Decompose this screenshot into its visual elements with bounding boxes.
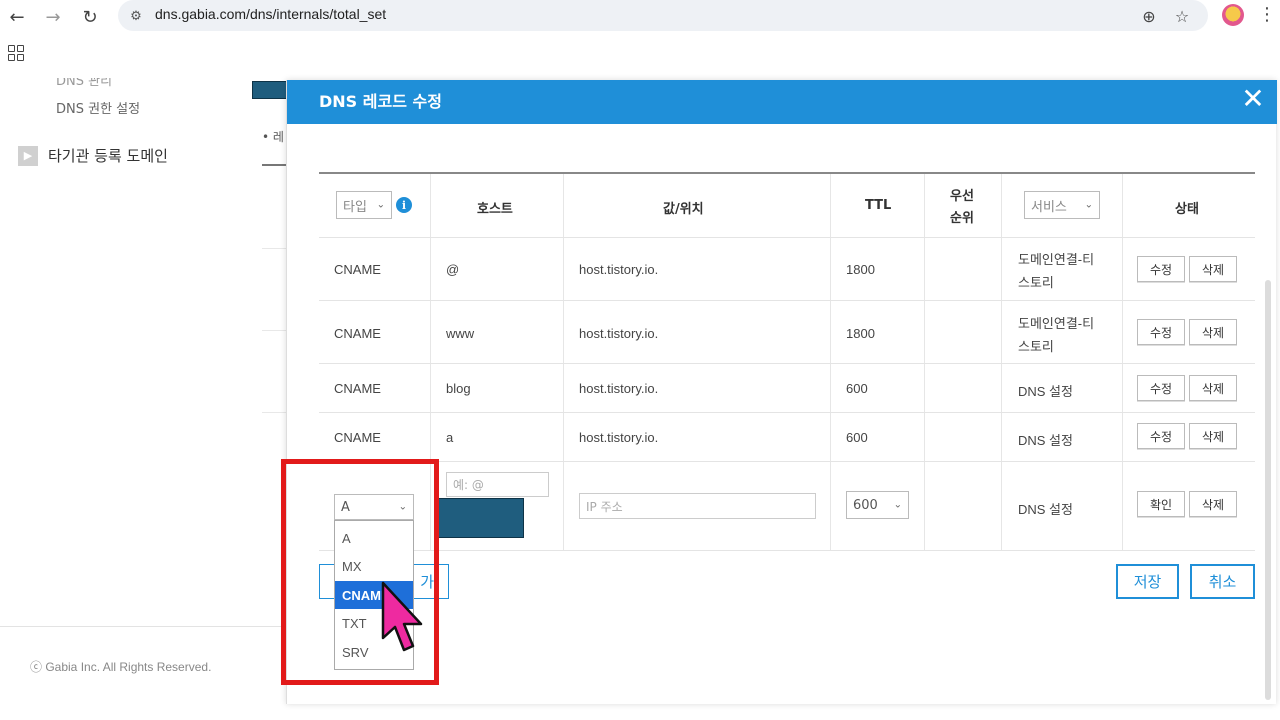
column-divider: [1001, 174, 1002, 550]
address-bar[interactable]: ⚙ dns.gabia.com/dns/internals/total_set: [118, 0, 1208, 31]
delete-button[interactable]: 삭제: [1189, 375, 1237, 401]
reload-icon[interactable]: ↻: [77, 4, 103, 30]
sidebar-item-label: 타기관 등록 도메인: [48, 147, 168, 165]
save-button[interactable]: 저장: [1116, 564, 1179, 599]
background-divider: [262, 412, 286, 413]
modal-title: DNS 레코드 수정: [319, 92, 442, 111]
row-ttl: 1800: [846, 326, 875, 341]
apps-grid-icon[interactable]: [8, 45, 24, 61]
row-divider: [319, 412, 1255, 413]
edit-button[interactable]: 수정: [1137, 375, 1185, 401]
mouse-cursor-icon: [381, 581, 423, 652]
menu-kebab-icon[interactable]: ⋮: [1258, 4, 1276, 25]
chevron-down-icon: ⌄: [376, 199, 385, 211]
footer-copyright: ⓒ Gabia Inc. All Rights Reserved.: [30, 660, 212, 674]
row-value: host.tistory.io.: [579, 262, 659, 277]
chevron-down-icon: ⌄: [893, 499, 902, 511]
background-divider: [262, 248, 286, 249]
browser-toolbar: ← → ↻ ⚙ dns.gabia.com/dns/internals/tota…: [0, 0, 1280, 34]
column-divider: [924, 174, 925, 550]
column-divider: [563, 174, 564, 550]
back-arrow-icon[interactable]: ←: [4, 4, 30, 30]
header-status: 상태: [1175, 202, 1199, 217]
row-service: 스토리: [1018, 339, 1054, 354]
row-service: DNS 설정: [1018, 433, 1073, 448]
row-service: DNS 설정: [1018, 384, 1073, 399]
confirm-button[interactable]: 확인: [1137, 491, 1185, 517]
row-type: CNAME: [334, 381, 381, 396]
column-divider: [1122, 174, 1123, 550]
table-top-border: [319, 172, 1255, 174]
info-icon[interactable]: i: [396, 197, 412, 213]
row-divider: [319, 237, 1255, 238]
delete-button[interactable]: 삭제: [1189, 491, 1237, 517]
sidebar-item-dns-permission[interactable]: DNS 권한 설정: [56, 98, 140, 117]
row-service: DNS 설정: [1018, 502, 1073, 517]
background-divider: [262, 330, 286, 331]
background-divider: [262, 164, 286, 166]
chevron-down-icon: ⌄: [1084, 199, 1093, 211]
edit-button[interactable]: 수정: [1137, 319, 1185, 345]
modal-scrollbar[interactable]: [1265, 280, 1271, 700]
row-service: 도메인연결-티: [1018, 316, 1095, 331]
row-ttl: 1800: [846, 262, 875, 277]
profile-avatar[interactable]: [1222, 4, 1244, 26]
type-filter-select[interactable]: 타입 ⌄: [336, 191, 392, 219]
row-divider: [319, 461, 1255, 462]
sidebar-item-external-domain[interactable]: ▶ 타기관 등록 도메인: [18, 145, 168, 166]
row-divider: [319, 550, 1255, 551]
row-type: CNAME: [334, 430, 381, 445]
row-host: a: [446, 430, 454, 445]
bookmarks-bar: [0, 34, 1280, 78]
row-host: @: [446, 262, 460, 277]
row-type: CNAME: [334, 262, 381, 277]
header-value: 값/위치: [663, 202, 704, 217]
close-icon[interactable]: ✕: [1237, 84, 1269, 116]
header-priority: 순위: [950, 211, 974, 226]
forward-arrow-icon[interactable]: →: [40, 4, 66, 30]
value-input[interactable]: IP 주소: [579, 493, 816, 519]
row-value: host.tistory.io.: [579, 430, 659, 445]
type-filter-label: 타입: [343, 199, 367, 215]
modal-header: DNS 레코드 수정 ✕: [287, 80, 1277, 124]
row-value: host.tistory.io.: [579, 381, 659, 396]
chevron-right-icon: ▶: [18, 145, 38, 166]
row-ttl: 600: [846, 430, 868, 445]
background-tab: • 레: [262, 130, 284, 144]
service-filter-select[interactable]: 서비스 ⌄: [1024, 191, 1100, 219]
edit-button[interactable]: 수정: [1137, 423, 1185, 449]
edit-button[interactable]: 수정: [1137, 256, 1185, 282]
row-service: 도메인연결-티: [1018, 252, 1095, 267]
delete-button[interactable]: 삭제: [1189, 319, 1237, 345]
row-ttl: 600: [846, 381, 868, 396]
delete-button[interactable]: 삭제: [1189, 256, 1237, 282]
header-host: 호스트: [477, 202, 513, 217]
url-text[interactable]: dns.gabia.com/dns/internals/total_set: [155, 6, 386, 22]
row-type: CNAME: [334, 326, 381, 341]
row-host: blog: [446, 381, 471, 396]
zoom-icon[interactable]: ⊕: [1137, 4, 1161, 28]
row-divider: [319, 363, 1255, 364]
sidebar-item-dns-manage[interactable]: DNS 관리: [56, 78, 112, 89]
site-settings-icon[interactable]: ⚙: [126, 6, 146, 26]
row-host: www: [446, 326, 475, 341]
ttl-select[interactable]: 600 ⌄: [846, 491, 909, 519]
ttl-select-value: 600: [853, 497, 878, 513]
row-divider: [319, 300, 1255, 301]
footer-divider: [0, 626, 290, 627]
header-priority: 우선: [950, 189, 974, 204]
row-value: host.tistory.io.: [579, 326, 659, 341]
cancel-button[interactable]: 취소: [1190, 564, 1255, 599]
service-filter-label: 서비스: [1031, 199, 1067, 215]
header-ttl: TTL: [865, 198, 892, 213]
value-input-placeholder: IP 주소: [586, 499, 623, 514]
row-service: 스토리: [1018, 275, 1054, 290]
column-divider: [830, 174, 831, 550]
redaction-block: [437, 498, 524, 538]
host-input[interactable]: 예: @: [446, 472, 549, 497]
bookmark-star-icon[interactable]: ☆: [1170, 4, 1194, 28]
host-input-placeholder: 예: @: [453, 478, 484, 492]
delete-button[interactable]: 삭제: [1189, 423, 1237, 449]
